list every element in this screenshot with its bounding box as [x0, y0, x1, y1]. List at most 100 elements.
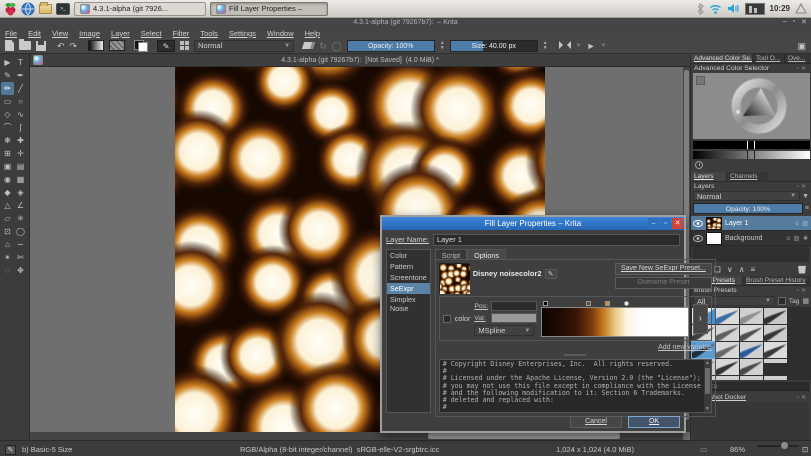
- brush-preset-tile[interactable]: [764, 308, 787, 324]
- brush-preset-tile[interactable]: [764, 359, 787, 363]
- undo-icon[interactable]: ↶: [57, 40, 65, 52]
- color-variable-checkbox[interactable]: [443, 315, 451, 323]
- volume-icon[interactable]: [727, 3, 740, 14]
- scroll-up-icon[interactable]: ▲: [704, 360, 711, 366]
- color-history-icon[interactable]: [695, 161, 703, 169]
- save-icon[interactable]: [36, 41, 46, 51]
- zoom-slider[interactable]: [757, 445, 799, 447]
- menu-image[interactable]: Image: [79, 29, 100, 38]
- menu-layer[interactable]: Layer: [111, 29, 130, 38]
- menu-file[interactable]: File: [5, 29, 17, 38]
- redo-icon[interactable]: ↷: [70, 40, 78, 52]
- brush-preset-tile[interactable]: [716, 342, 739, 358]
- delete-layer-button[interactable]: [798, 265, 806, 274]
- menu-tools[interactable]: Tools: [200, 29, 218, 38]
- tab-layers[interactable]: Layers: [691, 172, 727, 181]
- gradient-editor[interactable]: [541, 300, 688, 337]
- brush-preset-tile[interactable]: [716, 359, 739, 375]
- brush-preset-tile[interactable]: [716, 376, 739, 380]
- tool-line[interactable]: ╱: [14, 82, 27, 95]
- tool-polygon-select[interactable]: ⌂: [1, 238, 14, 251]
- tool-bezier-select[interactable]: ✄: [14, 251, 27, 264]
- file-manager-icon[interactable]: [39, 4, 52, 14]
- workspace-chooser-icon[interactable]: ▣: [797, 40, 806, 52]
- cancel-button[interactable]: Cancel: [570, 416, 622, 428]
- brush-preset-tile[interactable]: [764, 376, 787, 380]
- menu-filter[interactable]: Filter: [173, 29, 190, 38]
- brush-preset-tile[interactable]: [716, 325, 739, 341]
- tab-overview[interactable]: Ove...: [785, 54, 810, 63]
- tool-text[interactable]: T: [14, 56, 27, 69]
- tool-bezier-curve[interactable]: ⌒: [1, 121, 14, 134]
- gradient-chooser[interactable]: [88, 40, 104, 51]
- brush-preset-tile[interactable]: [740, 342, 763, 358]
- tool-pan[interactable]: ✥: [14, 264, 27, 277]
- current-brush-icon[interactable]: ✎: [5, 445, 16, 455]
- subwindow-titlebar[interactable]: 4.3.1-alpha (git 79267b7): [Not Saved] (…: [30, 54, 690, 67]
- layer-properties-button[interactable]: ≡: [751, 265, 756, 274]
- menu-view[interactable]: View: [52, 29, 68, 38]
- acs-settings-icon[interactable]: [696, 76, 705, 85]
- layer-options-icon[interactable]: ≡: [805, 205, 809, 212]
- val-color-swatch[interactable]: [491, 313, 537, 323]
- brush-preset-tile[interactable]: [764, 325, 787, 341]
- tool-freehand-brush[interactable]: ✏: [1, 82, 14, 95]
- layer-opacity-slider[interactable]: Opacity: 100%: [693, 203, 803, 214]
- generator-simplex-noise[interactable]: Simplex Noise: [387, 294, 430, 314]
- pattern-chooser[interactable]: [109, 40, 125, 51]
- size-stepper[interactable]: ▲▼: [543, 41, 548, 51]
- tool-freehand-path[interactable]: ∫: [14, 121, 27, 134]
- open-document-icon[interactable]: [19, 41, 31, 50]
- close-docker-icon[interactable]: ✕: [801, 184, 808, 190]
- gradient-stops[interactable]: [541, 300, 688, 307]
- tool-smart-patch[interactable]: ✳: [14, 212, 27, 225]
- terminal-icon[interactable]: >_: [56, 3, 70, 15]
- mirror-horizontal-icon[interactable]: [559, 41, 571, 50]
- tab-tool-options[interactable]: Tool O...: [753, 54, 785, 63]
- tool-reference-images[interactable]: ▱: [1, 212, 14, 225]
- layer-name-input[interactable]: Layer 1: [433, 234, 680, 246]
- bluetooth-icon[interactable]: [696, 3, 704, 15]
- tool-polygon[interactable]: ◇: [1, 108, 14, 121]
- tool-enclose-fill[interactable]: ◈: [14, 186, 27, 199]
- menu-window[interactable]: Window: [267, 29, 294, 38]
- pos-input[interactable]: [491, 301, 537, 311]
- dialog-maximize-button[interactable]: ▫: [660, 218, 671, 229]
- close-docker-icon[interactable]: ✕: [801, 66, 808, 72]
- brush-preset-tile[interactable]: [740, 308, 763, 324]
- minimize-button[interactable]: –: [783, 18, 787, 26]
- tool-pattern-edit[interactable]: ▦: [14, 173, 27, 186]
- splitter-grip[interactable]: [564, 354, 586, 356]
- zoom-level[interactable]: 86%: [730, 445, 745, 454]
- tool-crop[interactable]: ▣: [1, 160, 14, 173]
- interpolation-combo[interactable]: MSpline▼: [474, 325, 534, 336]
- brush-preset-tile[interactable]: [764, 342, 787, 358]
- visibility-icon[interactable]: [693, 220, 703, 227]
- colorspace-label[interactable]: RGB/Alpha (8-bit integer/channel) sRGB-e…: [240, 445, 439, 454]
- chevron-down-icon[interactable]: ▼: [576, 40, 582, 52]
- browser-icon[interactable]: [21, 2, 35, 16]
- dialog-minimize-button[interactable]: –: [648, 218, 659, 229]
- generator-pattern[interactable]: Pattern: [387, 261, 430, 272]
- dirty-preset-icon[interactable]: ◯: [332, 40, 342, 52]
- add-new-variable-link[interactable]: Add new variable: [439, 344, 712, 351]
- gradient-stop[interactable]: [586, 301, 591, 306]
- chevron-down-icon[interactable]: ▼: [601, 40, 607, 52]
- horizontal-scrollbar[interactable]: [30, 432, 683, 440]
- menu-edit[interactable]: Edit: [28, 29, 41, 38]
- gradient-stop[interactable]: [543, 301, 548, 306]
- brush-preset-tile[interactable]: [740, 325, 763, 341]
- brush-preset-tile[interactable]: [740, 376, 763, 380]
- tool-fill[interactable]: ◆: [1, 186, 14, 199]
- task-button-krita-main[interactable]: 4.3.1-alpha (git 7926...: [74, 2, 206, 16]
- overwrite-preset-button[interactable]: Overwrite Preset: [615, 277, 712, 289]
- generator-color[interactable]: Color: [387, 250, 430, 261]
- tool-ellipse[interactable]: ○: [14, 95, 27, 108]
- tag-checkbox[interactable]: [778, 297, 786, 305]
- script-scrollbar-thumb[interactable]: [705, 368, 710, 394]
- gradient-stop[interactable]: [605, 301, 610, 306]
- layer-row-background[interactable]: Background α ▨ ✱: [691, 231, 811, 246]
- move-layer-down-button[interactable]: ∨: [727, 265, 733, 274]
- color-slider-dark[interactable]: [693, 141, 810, 149]
- move-layer-up-button[interactable]: ∧: [739, 265, 745, 274]
